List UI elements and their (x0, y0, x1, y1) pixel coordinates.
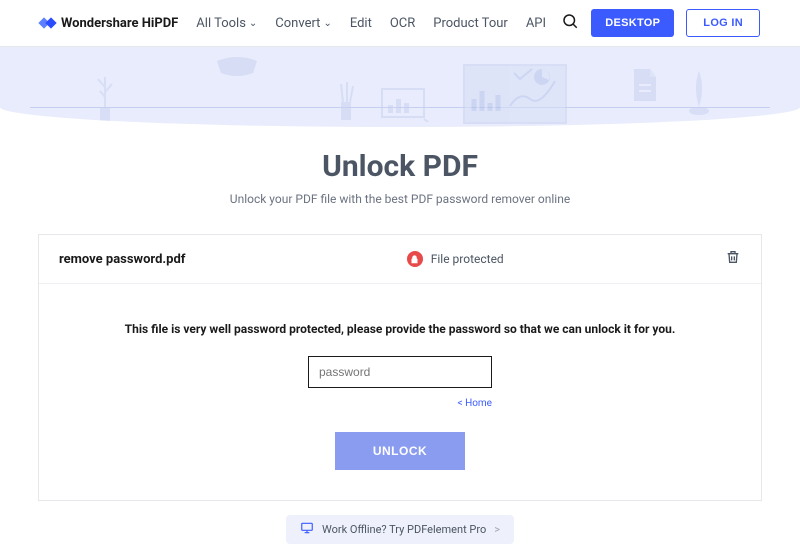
chevron-right-icon: > (494, 523, 500, 536)
file-name: remove password.pdf (59, 252, 185, 267)
delete-icon[interactable] (725, 249, 741, 269)
promo-text: Work Offline? Try PDFelement Pro (322, 523, 486, 536)
chevron-down-icon: ⌄ (249, 18, 257, 29)
lock-icon (407, 251, 423, 267)
brand-logo[interactable]: Wondershare HiPDF (40, 16, 178, 31)
password-instruction: This file is very well password protecte… (59, 322, 741, 336)
page-title: Unlock PDF (0, 149, 800, 184)
header-actions: DESKTOP LOG IN (561, 9, 760, 37)
home-link[interactable]: < Home (458, 398, 492, 409)
hero-banner (0, 47, 800, 127)
password-wrap: < Home (308, 356, 492, 388)
brand-name: Wondershare HiPDF (61, 16, 178, 31)
lamp-icon (215, 57, 259, 87)
nav-api[interactable]: API (526, 16, 546, 31)
main-header: Wondershare HiPDF All Tools⌄ Convert⌄ Ed… (0, 0, 800, 47)
nav-product-tour[interactable]: Product Tour (433, 16, 508, 31)
file-card-body: This file is very well password protecte… (39, 284, 761, 500)
chevron-down-icon: ⌄ (323, 18, 331, 29)
nav-ocr[interactable]: OCR (390, 16, 415, 31)
analytics-board-icon (460, 61, 570, 127)
desktop-button[interactable]: DESKTOP (591, 9, 674, 37)
chart-board-icon (380, 87, 430, 122)
desktop-promo-icon (300, 521, 314, 538)
file-card-header: remove password.pdf File protected (39, 235, 761, 284)
login-button[interactable]: LOG IN (686, 9, 760, 37)
search-icon[interactable] (561, 12, 579, 34)
file-status-text: File protected (431, 252, 504, 266)
unlock-button[interactable]: UNLOCK (335, 432, 465, 470)
nav-convert-label: Convert (275, 16, 320, 31)
plant-icon (90, 67, 120, 127)
file-card: remove password.pdf File protected This … (38, 234, 762, 501)
nav-all-tools[interactable]: All Tools⌄ (196, 16, 257, 31)
nav-all-tools-label: All Tools (196, 16, 246, 31)
password-input[interactable] (308, 356, 492, 388)
pencils-icon (335, 82, 357, 122)
main-nav: All Tools⌄ Convert⌄ Edit OCR Product Tou… (196, 16, 546, 31)
nav-edit[interactable]: Edit (350, 16, 372, 31)
logo-icon (40, 19, 55, 27)
title-section: Unlock PDF Unlock your PDF file with the… (0, 127, 800, 224)
page-subtitle: Unlock your PDF file with the best PDF p… (0, 192, 800, 206)
quill-icon (685, 67, 713, 117)
nav-convert[interactable]: Convert⌄ (275, 16, 332, 31)
document-icon (630, 67, 660, 103)
file-status: File protected (407, 251, 504, 267)
